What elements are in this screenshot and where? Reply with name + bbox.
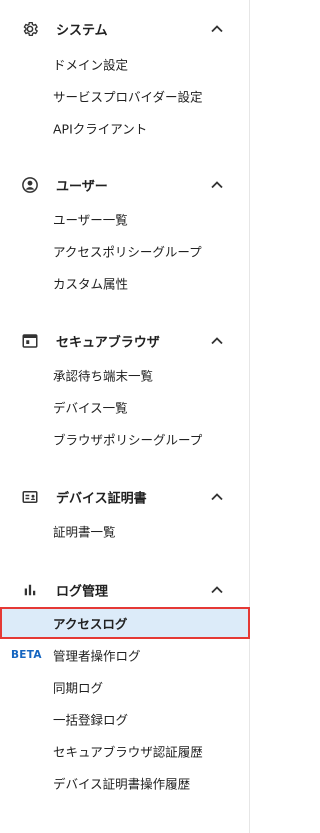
certificate-card-icon — [21, 488, 39, 506]
sidebar-item-device-list[interactable]: デバイス一覧 — [0, 391, 250, 423]
sidebar-item-browser-policy-groups[interactable]: ブラウザポリシーグループ — [0, 423, 250, 455]
sidebar-item-label: ドメイン設定 — [53, 57, 129, 73]
section-header-log-management[interactable]: ログ管理 — [0, 575, 250, 605]
section-users: ユーザー ユーザー一覧 アクセスポリシーグループ カスタム属性 — [0, 170, 250, 299]
browser-window-icon — [21, 332, 39, 350]
section-title-users: ユーザー — [56, 179, 108, 195]
sidebar-item-admin-operation-log[interactable]: BETA 管理者操作ログ — [0, 639, 250, 671]
sidebar-item-label: APIクライアント — [53, 121, 148, 137]
sidebar-item-bulk-registration-log[interactable]: 一括登録ログ — [0, 703, 250, 735]
section-title-secure-browser: セキュアブラウザ — [56, 335, 160, 351]
gear-icon — [21, 20, 39, 38]
sidebar-item-access-log[interactable]: アクセスログ — [0, 607, 250, 639]
sidebar-item-secure-browser-auth-history[interactable]: セキュアブラウザ認証履歴 — [0, 735, 250, 767]
chevron-up-icon[interactable] — [210, 22, 224, 36]
sidebar-item-api-clients[interactable]: APIクライアント — [0, 112, 250, 144]
sidebar-item-label: アクセスポリシーグループ — [53, 244, 202, 260]
section-title-device-certificates: デバイス証明書 — [56, 491, 147, 507]
chevron-up-icon[interactable] — [210, 583, 224, 597]
sidebar-item-label: アクセスログ — [53, 616, 128, 632]
sidebar-item-certificate-list[interactable]: 証明書一覧 — [0, 515, 250, 547]
sidebar-item-user-list[interactable]: ユーザー一覧 — [0, 203, 250, 235]
sidebar-item-label: デバイス証明書操作履歴 — [53, 776, 191, 792]
chevron-up-icon[interactable] — [210, 334, 224, 348]
sidebar-item-label: 一括登録ログ — [53, 712, 129, 728]
sidebar-item-device-certificate-operation-history[interactable]: デバイス証明書操作履歴 — [0, 767, 250, 799]
section-title-log-management: ログ管理 — [56, 584, 109, 600]
chevron-up-icon[interactable] — [210, 178, 224, 192]
sidebar-item-label: サービスプロバイダー設定 — [53, 89, 203, 105]
sidebar-item-label: 承認待ち端末一覧 — [53, 368, 154, 384]
sidebar-item-pending-devices[interactable]: 承認待ち端末一覧 — [0, 359, 250, 391]
section-secure-browser: セキュアブラウザ 承認待ち端末一覧 デバイス一覧 ブラウザポリシーグループ — [0, 326, 250, 455]
sidebar-item-domain-settings[interactable]: ドメイン設定 — [0, 48, 250, 80]
sidebar-item-label: ユーザー一覧 — [53, 212, 128, 228]
sidebar-item-label: デバイス一覧 — [53, 400, 128, 416]
chevron-up-icon[interactable] — [210, 490, 224, 504]
section-device-certificates: デバイス証明書 証明書一覧 — [0, 482, 250, 547]
sidebar-item-access-policy-groups[interactable]: アクセスポリシーグループ — [0, 235, 250, 267]
user-circle-icon — [21, 176, 39, 194]
sidebar-item-label: 証明書一覧 — [53, 524, 116, 540]
section-title-system: システム — [56, 23, 108, 39]
section-header-device-certificates[interactable]: デバイス証明書 — [0, 482, 250, 512]
sidebar-item-label: セキュアブラウザ認証履歴 — [53, 744, 203, 760]
section-header-system[interactable]: システム — [0, 14, 250, 44]
section-system: システム ドメイン設定 サービスプロバイダー設定 APIクライアント — [0, 14, 250, 144]
sidebar-item-label: 同期ログ — [53, 680, 104, 696]
sidebar-item-sync-log[interactable]: 同期ログ — [0, 671, 250, 703]
beta-badge: BETA — [11, 649, 42, 661]
section-header-users[interactable]: ユーザー — [0, 170, 250, 200]
sidebar-item-service-provider-settings[interactable]: サービスプロバイダー設定 — [0, 80, 250, 112]
sidebar-item-label: ブラウザポリシーグループ — [53, 432, 203, 448]
bar-chart-icon — [21, 581, 39, 599]
sidebar-nav: システム ドメイン設定 サービスプロバイダー設定 APIクライアント ユーザー … — [0, 0, 250, 833]
section-header-secure-browser[interactable]: セキュアブラウザ — [0, 326, 250, 356]
sidebar-item-label: 管理者操作ログ — [53, 648, 141, 664]
sidebar-item-label: カスタム属性 — [53, 276, 129, 292]
sidebar-item-custom-attributes[interactable]: カスタム属性 — [0, 267, 250, 299]
section-log-management: ログ管理 アクセスログ BETA 管理者操作ログ 同期ログ 一括登録ログ セキュ… — [0, 575, 250, 799]
